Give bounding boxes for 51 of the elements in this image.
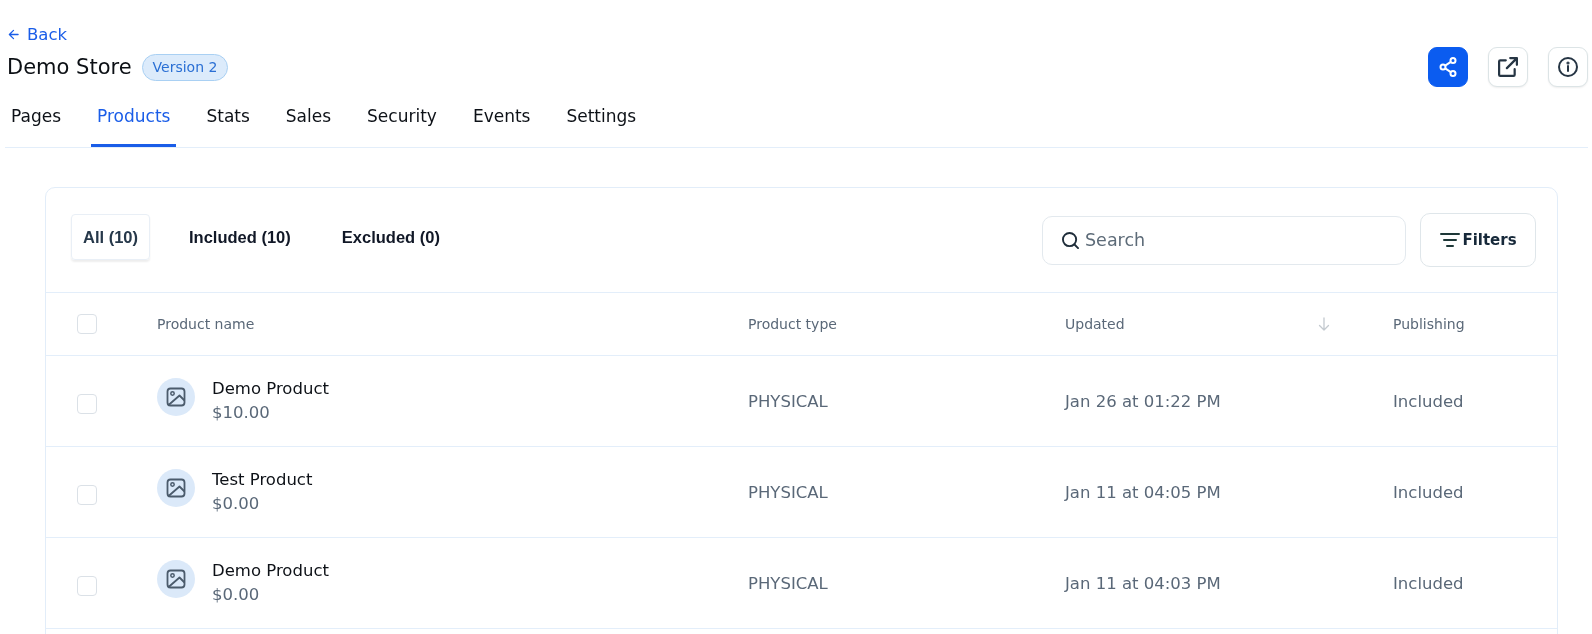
product-type-cell: PHYSICAL <box>748 391 828 411</box>
store-title: Demo Store <box>7 55 132 79</box>
version-badge: Version 2 <box>141 53 229 81</box>
product-price: $0.00 <box>212 585 261 605</box>
filter-icon <box>1439 231 1462 249</box>
product-price: $0.00 <box>212 494 261 514</box>
row-checkbox[interactable] <box>77 484 97 505</box>
column-header: Product type <box>748 316 837 332</box>
share-icon <box>1438 57 1458 77</box>
sort-down-icon[interactable] <box>1318 317 1330 331</box>
share-button[interactable] <box>1428 47 1468 87</box>
updated-cell: Jan 11 at 04:05 PM <box>1065 482 1221 502</box>
product-name: Demo Product <box>212 379 329 399</box>
nav-tab[interactable]: Security <box>361 87 443 147</box>
arrow-left-icon <box>8 28 19 40</box>
search-field[interactable]: Search <box>1042 215 1406 265</box>
info-button[interactable] <box>1548 47 1588 87</box>
filter-tab[interactable]: All (10) <box>71 214 150 260</box>
column-header: Product name <box>157 316 255 332</box>
publishing-cell: Included <box>1393 482 1464 502</box>
image-placeholder-icon <box>157 378 195 416</box>
product-type-cell: PHYSICAL <box>748 482 828 502</box>
nav-tab[interactable]: Products <box>91 87 177 147</box>
info-icon <box>1558 57 1578 77</box>
image-placeholder-icon <box>157 560 195 598</box>
open-external-button[interactable] <box>1488 47 1528 87</box>
filter-tab[interactable]: Excluded (0) <box>329 214 452 260</box>
nav-tab[interactable]: Stats <box>200 87 256 147</box>
publishing-cell: Included <box>1393 573 1464 593</box>
external-link-icon <box>1498 57 1518 77</box>
image-placeholder-icon <box>157 469 195 507</box>
filters-button[interactable]: Filters <box>1420 213 1536 267</box>
select-all-checkbox[interactable] <box>77 314 97 334</box>
product-price: $10.00 <box>212 403 271 423</box>
back-link[interactable]: Back <box>6 24 68 44</box>
row-checkbox[interactable] <box>77 393 97 414</box>
nav-tab[interactable]: Settings <box>560 87 643 147</box>
nav-tab[interactable]: Pages <box>5 87 67 147</box>
search-icon <box>1062 231 1079 249</box>
nav-tab[interactable]: Sales <box>279 87 338 147</box>
product-name: Demo Product <box>212 561 329 581</box>
product-type-cell: PHYSICAL <box>748 573 828 593</box>
column-header: Updated <box>1065 316 1125 332</box>
nav-tab[interactable]: Events <box>466 87 537 147</box>
row-checkbox[interactable] <box>77 575 97 596</box>
product-name: Test Product <box>212 470 313 490</box>
updated-cell: Jan 11 at 04:03 PM <box>1065 573 1221 593</box>
filter-tab[interactable]: Included (10) <box>177 214 303 260</box>
column-header: Publishing <box>1393 316 1465 332</box>
publishing-cell: Included <box>1393 391 1464 411</box>
updated-cell: Jan 26 at 01:22 PM <box>1065 391 1221 411</box>
